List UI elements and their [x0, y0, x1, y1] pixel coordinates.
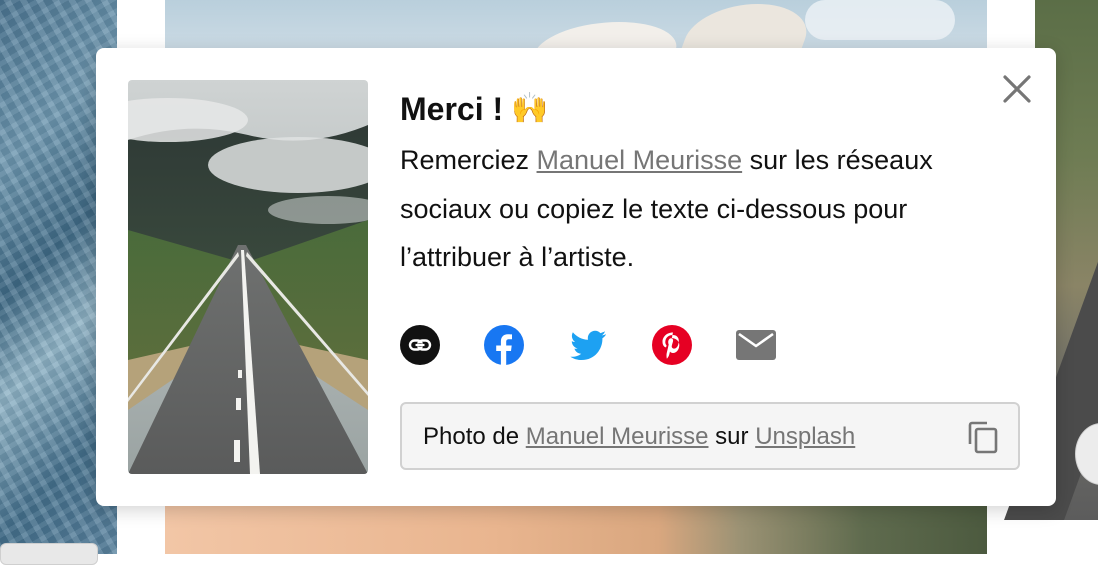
email-icon	[736, 330, 776, 360]
background-photo-bottom	[165, 505, 987, 554]
photo-thumbnail	[128, 80, 368, 474]
copy-button[interactable]	[966, 420, 1000, 454]
credit-prefix: Photo de	[423, 423, 526, 450]
pinterest-share-button[interactable]	[652, 325, 692, 365]
credit-site-link[interactable]: Unsplash	[755, 423, 855, 450]
facebook-share-button[interactable]	[484, 325, 524, 365]
facebook-icon	[484, 325, 524, 365]
email-share-button[interactable]	[736, 325, 776, 365]
attribution-box[interactable]: Photo de Manuel Meurisse sur Unsplash	[400, 402, 1020, 470]
modal-title: Merci ! 🙌	[400, 88, 1024, 130]
attribution-text: Photo de Manuel Meurisse sur Unsplash	[423, 404, 855, 470]
credit-middle: sur	[708, 423, 756, 450]
link-icon	[400, 325, 440, 365]
background-button	[0, 543, 98, 565]
thank-you-modal: Merci ! 🙌 Remerciez Manuel Meurisse sur …	[96, 48, 1056, 506]
twitter-share-button[interactable]	[568, 325, 608, 365]
copy-icon	[968, 421, 998, 454]
share-buttons	[400, 321, 776, 369]
title-text: Merci !	[400, 91, 504, 127]
road-photo	[128, 80, 368, 474]
cloud	[805, 0, 955, 40]
thanks-description: Remerciez Manuel Meurisse sur les réseau…	[400, 136, 1010, 282]
credit-artist-link[interactable]: Manuel Meurisse	[526, 423, 709, 450]
pinterest-icon	[652, 325, 692, 365]
twitter-icon	[570, 330, 606, 360]
artist-link[interactable]: Manuel Meurisse	[537, 145, 743, 175]
desc-text-before: Remerciez	[400, 145, 537, 175]
raising-hands-emoji: 🙌	[511, 92, 549, 125]
modal-content: Merci ! 🙌 Remerciez Manuel Meurisse sur …	[400, 88, 1024, 282]
copy-link-button[interactable]	[400, 325, 440, 365]
